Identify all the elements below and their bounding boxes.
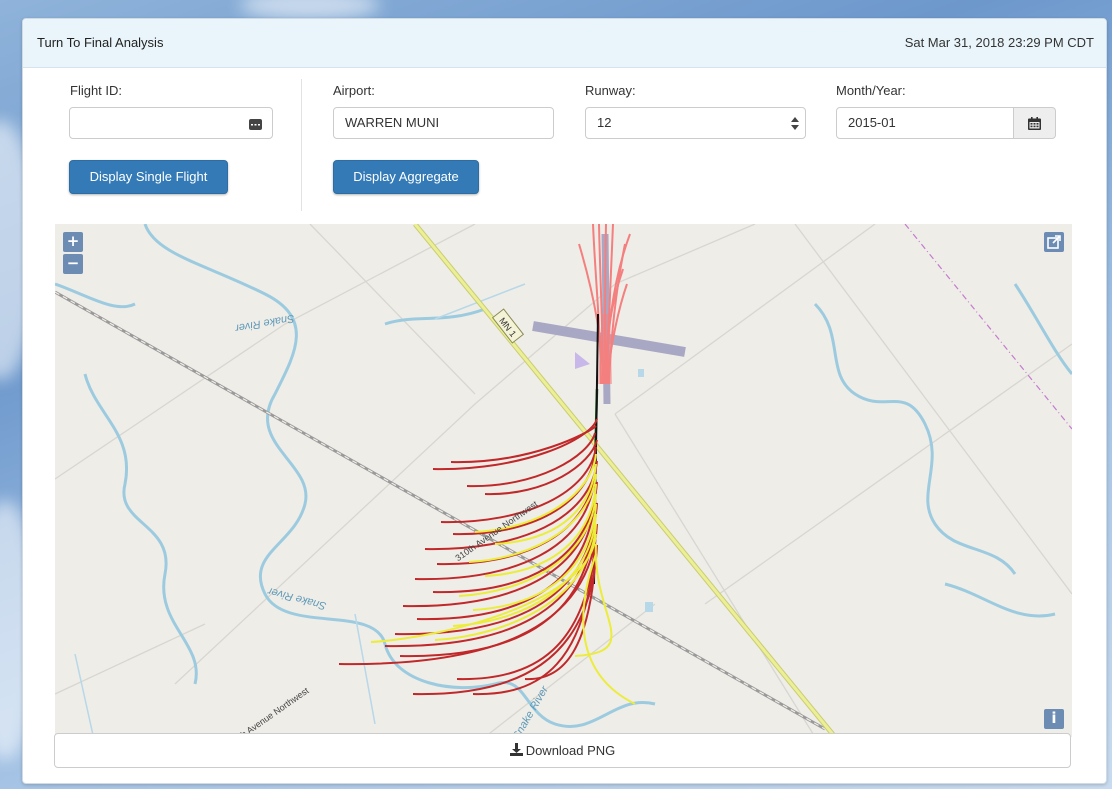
county-boundary [904,224,1072,430]
page-title: Turn To Final Analysis [37,35,164,50]
background-cloud [240,0,380,20]
analysis-panel: Turn To Final Analysis Sat Mar 31, 2018 … [22,18,1107,784]
calendar-button[interactable] [1014,107,1056,139]
approach-paths-yellow [370,453,636,705]
map-view[interactable]: Snake River Snake River Snake River 310t… [55,224,1072,737]
display-single-flight-button[interactable]: Display Single Flight [69,160,228,194]
zoom-in-button[interactable]: + [63,232,83,252]
month-year-input[interactable]: 2015-01 [836,107,1014,139]
flight-track-red [424,460,598,551]
flight-track-red [394,502,598,636]
flight-id-input[interactable] [69,107,273,139]
airport-label: Airport: [333,83,375,98]
keyboard-icon [249,117,262,135]
display-aggregate-button[interactable]: Display Aggregate [333,160,479,194]
map-info-button[interactable]: i [1044,709,1064,729]
map-label-310th-avenue-b: 310th Avenue Northwest [453,499,539,564]
expand-icon [1047,235,1061,254]
runway-select[interactable]: 12 [585,107,806,139]
map-canvas: Snake River Snake River Snake River 310t… [55,224,1072,737]
month-year-label: Month/Year: [836,83,906,98]
map-label-snake-river-1: Snake River [233,312,295,334]
minor-roads [55,224,1072,737]
map-label-snake-river-2: Snake River [265,584,327,611]
map-label-310th-avenue-a: 310th Avenue Northwest [225,685,311,737]
select-arrows-icon [791,117,799,135]
panel-header: Turn To Final Analysis Sat Mar 31, 2018 … [23,19,1106,68]
flight-id-label: Flight ID: [70,83,123,98]
flight-track-red [466,432,596,488]
form-divider [301,79,302,211]
download-png-label: Download PNG [525,743,616,758]
current-datetime: Sat Mar 31, 2018 23:29 PM CDT [904,35,1094,50]
flight-track-yellow [468,473,597,563]
streams [74,283,526,737]
download-icon [509,735,523,768]
runway-label: Runway: [585,83,636,98]
calendar-icon [1028,117,1041,135]
flight-track-red [484,439,598,496]
zoom-out-button[interactable]: − [63,254,83,274]
airport-input[interactable]: WARREN MUNI [333,107,554,139]
map-label-snake-river-3: Snake River [511,683,552,737]
fullscreen-button[interactable] [1044,232,1064,252]
download-png-button[interactable]: Download PNG [54,733,1071,768]
